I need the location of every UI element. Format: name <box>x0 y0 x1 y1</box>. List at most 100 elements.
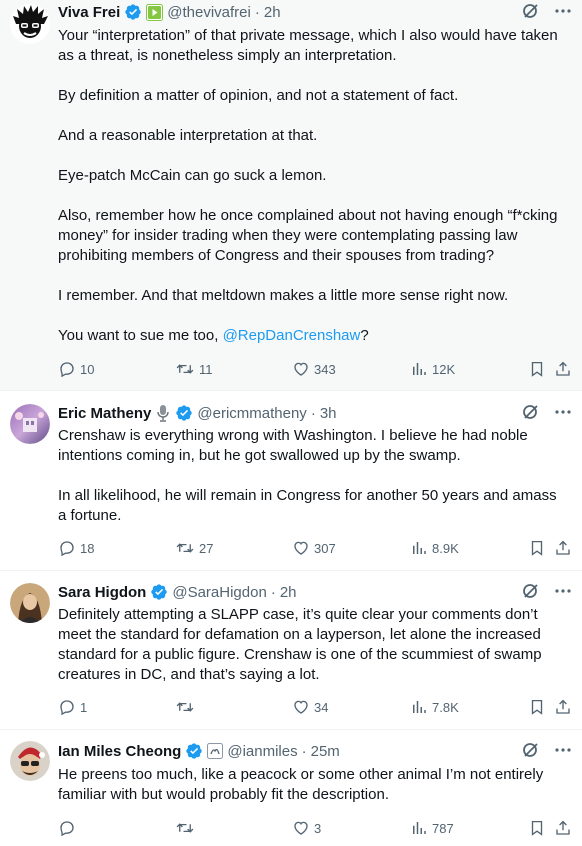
header-controls <box>522 2 572 24</box>
tweet-text-span: You want to sue me too, <box>58 327 223 344</box>
timestamp[interactable]: 2h <box>264 4 281 21</box>
more-options-icon[interactable] <box>554 2 572 24</box>
bookmark-button[interactable] <box>528 697 546 717</box>
avatar[interactable] <box>10 4 50 44</box>
bookmark-button[interactable] <box>528 359 546 379</box>
like-count: 307 <box>314 540 336 556</box>
avatar[interactable] <box>10 583 50 623</box>
tweet-paragraph: Eye-patch McCain can go suck a lemon. <box>58 167 327 184</box>
like-button[interactable]: 307 <box>292 538 336 558</box>
reply-button[interactable]: 10 <box>58 359 94 379</box>
reply-button[interactable]: 18 <box>58 538 94 558</box>
rumble-badge-icon <box>146 3 164 21</box>
grok-icon[interactable] <box>522 2 540 24</box>
views-button[interactable]: 7.8K <box>410 697 459 717</box>
reply-count: 1 <box>80 699 88 715</box>
tweet-header: Eric Matheny @ericmmatheny · 3h <box>58 403 572 423</box>
author-name[interactable]: Viva Frei <box>58 4 120 21</box>
bookmark-icon <box>531 820 543 836</box>
like-button[interactable]: 343 <box>292 359 336 379</box>
avatar-photo-icon <box>10 404 50 444</box>
heart-icon <box>294 821 308 835</box>
grok-icon[interactable] <box>522 741 540 763</box>
views-chart-icon <box>413 701 426 713</box>
author-handle[interactable]: @SaraHigdon <box>172 584 266 601</box>
retweet-icon <box>176 543 194 553</box>
bookmark-button[interactable] <box>528 538 546 558</box>
views-chart-icon <box>413 822 426 834</box>
avatar-hair-face-icon <box>10 4 50 44</box>
tweet-paragraph: Definitely attempting a SLAPP case, it’s… <box>58 606 542 683</box>
reply-icon <box>60 362 74 378</box>
tweet-paragraph: Crenshaw is everything wrong with Washin… <box>58 427 528 464</box>
author-handle[interactable]: @ianmiles <box>227 743 297 760</box>
share-button[interactable] <box>554 538 572 558</box>
separator-dot: · <box>301 742 307 760</box>
grok-icon[interactable] <box>522 582 540 604</box>
author-name[interactable]: Ian Miles Cheong <box>58 743 181 760</box>
share-button[interactable] <box>554 697 572 717</box>
like-button[interactable]: 3 <box>292 818 321 838</box>
mention-link[interactable]: @RepDanCrenshaw <box>223 327 361 344</box>
tweet-paragraph: Also, remember how he once complained ab… <box>58 207 558 264</box>
views-button[interactable]: 8.9K <box>410 538 459 558</box>
retweet-count: 27 <box>199 540 214 556</box>
views-chart-icon <box>413 542 426 554</box>
retweet-button[interactable] <box>175 818 199 838</box>
view-count: 12K <box>432 361 456 377</box>
separator-dot: · <box>310 404 316 422</box>
avatar-photo-icon <box>10 741 50 781</box>
more-options-icon[interactable] <box>554 582 572 604</box>
retweet-icon <box>176 823 194 833</box>
like-button[interactable]: 34 <box>292 697 328 717</box>
retweet-icon <box>176 702 194 712</box>
timestamp[interactable]: 2h <box>280 584 297 601</box>
tweet[interactable]: Ian Miles Cheong @ianmiles · 25m He pree… <box>0 730 582 846</box>
reply-icon <box>60 541 74 557</box>
tweet-paragraph: He preens too much, like a peacock or so… <box>58 766 544 803</box>
bookmark-icon <box>531 361 543 377</box>
tweet-text-span: ? <box>360 327 369 344</box>
microphone-emoji-icon <box>155 404 171 422</box>
views-button[interactable]: 787 <box>410 818 454 838</box>
retweet-button[interactable] <box>175 697 199 717</box>
avatar[interactable] <box>10 741 50 781</box>
author-handle[interactable]: @thevivafrei <box>167 4 251 21</box>
views-button[interactable]: 12K <box>410 359 455 379</box>
grok-icon[interactable] <box>522 403 540 425</box>
author-name[interactable]: Sara Higdon <box>58 584 146 601</box>
share-button[interactable] <box>554 359 572 379</box>
author-name[interactable]: Eric Matheny <box>58 405 151 422</box>
tweet-paragraph: In all likelihood, he will remain in Con… <box>58 487 557 524</box>
more-options-icon[interactable] <box>554 741 572 763</box>
verified-badge-icon <box>124 3 142 21</box>
timestamp[interactable]: 25m <box>311 743 340 760</box>
bookmark-button[interactable] <box>528 818 546 838</box>
tweet-paragraph: By definition a matter of opinion, and n… <box>58 87 459 104</box>
reply-button[interactable]: 1 <box>58 697 87 717</box>
tweet[interactable]: Sara Higdon @SaraHigdon · 2h Definitely … <box>0 571 582 730</box>
tweet-text: He preens too much, like a peacock or so… <box>58 765 568 805</box>
reply-count: 18 <box>80 540 95 556</box>
timestamp[interactable]: 3h <box>320 405 337 422</box>
retweet-button[interactable]: 27 <box>175 538 213 558</box>
share-icon <box>556 361 570 376</box>
more-options-icon[interactable] <box>554 403 572 425</box>
retweet-button[interactable]: 11 <box>175 359 213 379</box>
tweet-actions: 18 27 307 8.9K <box>58 538 572 558</box>
heart-icon <box>294 541 308 555</box>
share-button[interactable] <box>554 818 572 838</box>
avatar[interactable] <box>10 404 50 444</box>
tweet[interactable]: Eric Matheny @ericmmatheny · 3h Crenshaw… <box>0 391 582 571</box>
reply-feed: Viva Frei @thevivafrei · 2h Your “interp… <box>0 0 582 846</box>
reply-button[interactable] <box>58 818 80 838</box>
bookmark-icon <box>531 540 543 556</box>
heart-icon <box>294 700 308 714</box>
reply-icon <box>60 700 74 716</box>
tweet-actions: 10 11 343 12K <box>58 359 572 379</box>
tweet-header: Ian Miles Cheong @ianmiles · 25m <box>58 741 572 761</box>
separator-dot: · <box>254 3 260 21</box>
tweet[interactable]: Viva Frei @thevivafrei · 2h Your “interp… <box>0 0 582 391</box>
author-handle[interactable]: @ericmmatheny <box>197 405 306 422</box>
reply-count: 10 <box>80 361 95 377</box>
